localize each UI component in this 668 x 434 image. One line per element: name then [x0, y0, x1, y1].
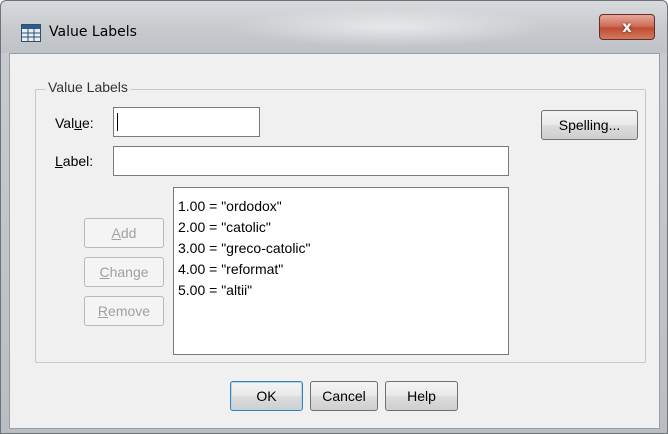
- list-item[interactable]: 4.00 = "reformat": [178, 259, 508, 280]
- ok-button[interactable]: OK: [230, 381, 303, 411]
- value-label-prefix: Val: [55, 115, 75, 131]
- data-grid-icon: [21, 24, 41, 42]
- value-input[interactable]: [113, 107, 260, 137]
- list-item[interactable]: 2.00 = "catolic": [178, 217, 508, 238]
- text-caret: [117, 113, 118, 131]
- window-title: Value Labels: [49, 24, 137, 40]
- spelling-button[interactable]: Spelling...: [541, 110, 638, 140]
- group-legend: Value Labels: [45, 79, 131, 95]
- remove-button[interactable]: Remove: [84, 296, 164, 326]
- value-label-mnemonic: u: [74, 115, 82, 131]
- remove-label-rest: emove: [108, 303, 151, 319]
- list-item[interactable]: 5.00 = "altii": [178, 280, 508, 301]
- title-bar[interactable]: Value Labels x: [1, 1, 667, 53]
- value-field-label: Value:: [55, 115, 94, 131]
- label-label-suffix: abel:: [62, 153, 94, 169]
- add-label-rest: dd: [120, 225, 137, 241]
- title-glow: [231, 7, 551, 47]
- value-labels-list[interactable]: 1.00 = "ordodox" 2.00 = "catolic" 3.00 =…: [173, 187, 509, 355]
- value-labels-dialog: Value Labels x Value Labels Value: Spell…: [0, 0, 668, 434]
- remove-mnemonic: R: [97, 303, 109, 319]
- close-button[interactable]: x: [599, 14, 655, 40]
- value-label-suffix: e:: [82, 115, 94, 131]
- list-item[interactable]: 1.00 = "ordodox": [178, 196, 508, 217]
- change-label-rest: hange: [109, 264, 149, 280]
- cancel-button[interactable]: Cancel: [310, 381, 378, 411]
- label-input[interactable]: [113, 146, 509, 176]
- change-mnemonic: C: [99, 264, 110, 280]
- help-button[interactable]: Help: [385, 381, 458, 411]
- add-mnemonic: A: [111, 225, 121, 241]
- close-icon: x: [622, 18, 632, 36]
- change-button[interactable]: Change: [84, 257, 164, 287]
- add-button[interactable]: Add: [84, 218, 164, 248]
- label-field-label: Label:: [55, 153, 93, 169]
- list-item[interactable]: 3.00 = "greco-catolic": [178, 238, 508, 259]
- label-label-mnemonic: L: [55, 153, 63, 169]
